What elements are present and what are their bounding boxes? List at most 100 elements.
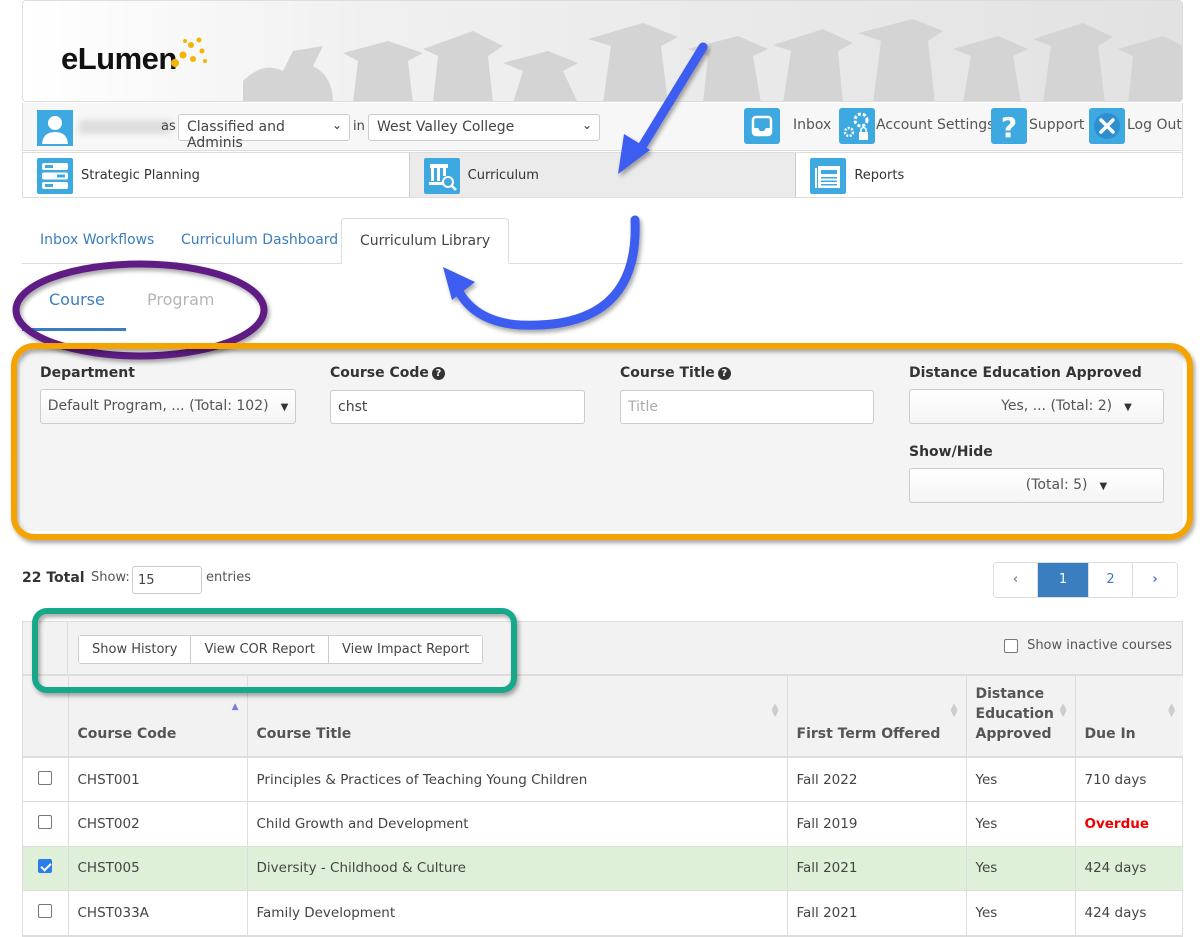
reports-icon	[810, 158, 847, 194]
row-checkbox[interactable]	[38, 859, 53, 874]
column-header-first-term[interactable]: First Term Offered ▲ ▼	[787, 676, 967, 758]
action-button-group: Show History View COR Report View Impact…	[78, 635, 484, 664]
college-select-value: West Valley College	[377, 119, 515, 135]
filter-panel: Department Default Program, ... (Total: …	[22, 346, 1183, 531]
elumen-logo: eLumen	[61, 41, 177, 76]
distance-education-cell: Yes	[966, 801, 1076, 847]
show-history-button[interactable]: Show History	[79, 636, 192, 663]
subtab-course[interactable]: Course	[49, 290, 105, 309]
view-impact-report-button[interactable]: View Impact Report	[329, 636, 483, 663]
course-data-table: Course Code ▲ Course Title ▲ ▼ First Term O…	[23, 676, 1183, 936]
college-select[interactable]: West Valley College ⌄	[368, 114, 600, 141]
header-banner: eLumen	[22, 0, 1183, 102]
course-code-label: Course Code?	[330, 365, 445, 381]
avatar[interactable]	[37, 110, 73, 146]
entries-label: entries	[206, 570, 252, 585]
support-link[interactable]: Support	[1029, 117, 1084, 133]
show-inactive-toggle[interactable]: Show inactive courses	[1004, 638, 1172, 653]
user-icon	[42, 116, 68, 144]
department-dropdown[interactable]: Default Program, ... (Total: 102) ▼	[40, 389, 296, 424]
column-header-distance-education[interactable]: Distance Education Approved ▲ ▼	[966, 676, 1076, 758]
distance-education-dropdown-value: Yes, ... (Total: 2)	[1001, 398, 1113, 414]
module-curriculum[interactable]: Curriculum	[409, 153, 797, 197]
course-title-label: Course Title?	[620, 365, 731, 381]
sort-icon: ▲ ▼	[1168, 702, 1175, 719]
table-row[interactable]: CHST033A Family Development Fall 2021 Yes 42…	[23, 890, 1183, 936]
due-in-cell: 710 days	[1075, 757, 1183, 802]
department-label: Department	[40, 365, 135, 381]
user-bar: as Classified and Adminis ⌄ in West Vall…	[22, 103, 1183, 151]
due-in-cell: Overdue	[1075, 801, 1183, 847]
question-icon[interactable]: ?	[991, 108, 1027, 144]
tab-inbox-workflows[interactable]: Inbox Workflows	[22, 218, 172, 264]
table-toolbar: Show History View COR Report View Impact…	[23, 622, 1182, 676]
log-out-link[interactable]: Log Out	[1127, 117, 1182, 133]
module-label: Reports	[854, 168, 905, 183]
total-count: 22 Total	[22, 570, 85, 586]
close-icon[interactable]	[1089, 108, 1125, 144]
table-row[interactable]: CHST001 Principles & Practices of Teachin…	[23, 757, 1183, 802]
tab-curriculum-library[interactable]: Curriculum Library	[341, 218, 510, 264]
tab-curriculum-dashboard[interactable]: Curriculum Dashboard	[163, 218, 356, 264]
module-strategic-planning[interactable]: Strategic Planning	[23, 153, 410, 197]
column-header-course-code[interactable]: Course Code ▲	[68, 676, 248, 758]
row-checkbox[interactable]	[38, 770, 53, 785]
distance-education-cell: Yes	[966, 890, 1076, 936]
help-icon[interactable]: ?	[431, 367, 445, 380]
due-in-cell: 424 days	[1075, 890, 1183, 936]
course-title-cell: Principles & Practices of Teaching Young…	[247, 757, 788, 802]
column-header-due-in[interactable]: Due In ▲ ▼	[1075, 676, 1183, 758]
entries-per-page-input[interactable]	[132, 566, 202, 594]
show-inactive-checkbox[interactable]	[1004, 638, 1019, 653]
distance-education-cell: Yes	[966, 757, 1076, 802]
first-term-cell: Fall 2021	[787, 846, 967, 891]
table-row[interactable]: CHST002 Child Growth and Development Fall …	[23, 801, 1183, 847]
inbox-icon[interactable]	[744, 108, 780, 144]
curriculum-icon	[423, 158, 460, 194]
course-code-input[interactable]	[330, 390, 585, 424]
next-page-button[interactable]: ›	[1133, 563, 1177, 597]
view-cor-report-button[interactable]: View COR Report	[191, 636, 330, 663]
sort-icon: ▲ ▼	[950, 702, 958, 719]
curriculum-tabs: Inbox Workflows Curriculum Dashboard Cur…	[22, 218, 1183, 264]
course-code-cell[interactable]: CHST002	[68, 801, 248, 847]
gear-lock-icon[interactable]	[839, 108, 875, 144]
course-title-cell: Diversity - Childhood & Culture	[247, 846, 788, 891]
distance-education-dropdown[interactable]: Yes, ... (Total: 2) ▼	[909, 389, 1164, 424]
row-select-cell	[23, 757, 69, 802]
subtab-program[interactable]: Program	[147, 290, 215, 309]
chevron-down-icon: ⌄	[331, 118, 342, 132]
show-hide-dropdown[interactable]: (Total: 5) ▼	[909, 468, 1164, 503]
table-row[interactable]: CHST005 Diversity - Childhood & Culture Fa…	[23, 846, 1183, 891]
module-bar: Strategic Planning Curriculum Reports	[22, 152, 1183, 198]
row-checkbox[interactable]	[38, 814, 53, 829]
sort-icon: ▲ ▼	[771, 702, 779, 719]
inbox-link[interactable]: Inbox	[793, 117, 831, 133]
account-settings-link[interactable]: Account Settings	[876, 117, 994, 133]
column-header-course-title[interactable]: Course Title ▲ ▼	[247, 676, 788, 758]
course-code-cell[interactable]: CHST033A	[68, 890, 248, 936]
help-icon[interactable]: ?	[717, 367, 731, 380]
show-inactive-label: Show inactive courses	[1027, 638, 1172, 653]
course-code-cell[interactable]: CHST005	[68, 846, 248, 891]
first-term-cell: Fall 2022	[787, 757, 967, 802]
course-title-input[interactable]	[620, 390, 874, 424]
graduates-silhouette-image	[243, 19, 1182, 101]
show-hide-label: Show/Hide	[909, 444, 993, 460]
prev-page-button[interactable]: ‹	[994, 563, 1038, 597]
row-checkbox[interactable]	[38, 903, 53, 918]
role-select[interactable]: Classified and Adminis ⌄	[178, 114, 350, 151]
page-1-button[interactable]: 1	[1038, 563, 1089, 597]
course-code-cell[interactable]: CHST001	[68, 757, 248, 802]
active-subtab-indicator	[22, 328, 126, 331]
table-header-row: Course Code ▲ Course Title ▲ ▼ First Term O…	[23, 676, 1183, 758]
module-label: Curriculum	[467, 168, 539, 183]
page-2-button[interactable]: 2	[1089, 563, 1133, 597]
pagination: ‹ 1 2 ›	[993, 562, 1178, 598]
module-label: Strategic Planning	[81, 168, 200, 183]
role-select-value: Classified and Adminis	[187, 119, 285, 151]
module-reports[interactable]: Reports	[796, 153, 1183, 197]
select-column-header	[23, 676, 69, 758]
strategic-planning-icon	[37, 158, 73, 194]
caret-down-icon: ▼	[1124, 402, 1132, 413]
